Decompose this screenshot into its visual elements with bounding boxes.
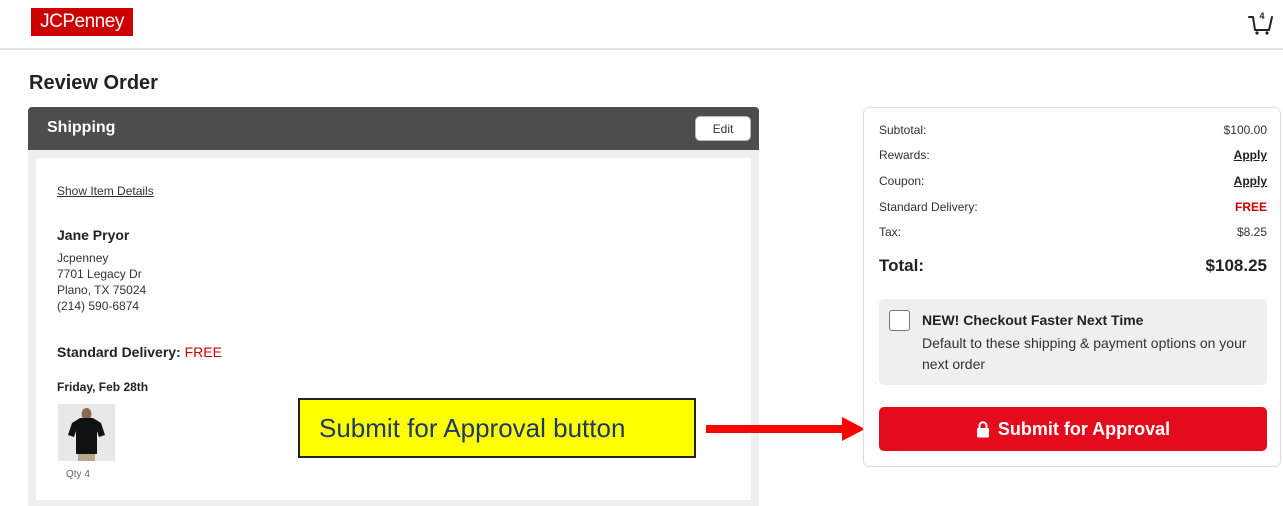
shipping-address: Jcpenney 7701 Legacy Dr Plano, TX 75024 …: [57, 250, 146, 314]
rewards-row: Rewards: Apply: [879, 148, 1267, 166]
rewards-apply-link[interactable]: Apply: [1234, 148, 1267, 162]
checkout-faster-description: Default to these shipping & payment opti…: [922, 335, 1247, 372]
order-summary-panel: Subtotal: $100.00 Rewards: Apply Coupon:…: [863, 107, 1281, 467]
submit-for-approval-button[interactable]: Submit for Approval: [879, 407, 1267, 451]
rewards-label: Rewards:: [879, 148, 930, 162]
total-row: Total: $108.25: [879, 256, 1267, 276]
edit-shipping-button[interactable]: Edit: [695, 116, 751, 141]
coupon-label: Coupon:: [879, 174, 925, 188]
black-tshirt-image[interactable]: [58, 404, 115, 461]
total-label: Total:: [879, 256, 925, 275]
recipient-name: Jane Pryor: [57, 227, 130, 243]
show-item-details-link[interactable]: Show Item Details: [57, 184, 154, 198]
subtotal-value: $100.00: [1223, 123, 1267, 137]
shipping-title: Shipping: [47, 119, 116, 136]
checkout-faster-title: NEW! Checkout Faster Next Time: [922, 312, 1144, 328]
submit-for-approval-label: Submit for Approval: [997, 418, 1171, 439]
address-line-company: Jcpenney: [57, 251, 109, 265]
tax-value: $8.25: [1236, 225, 1267, 239]
cart-count-badge: 4: [1259, 11, 1265, 21]
checkout-faster-checkbox[interactable]: [889, 310, 910, 331]
standard-delivery-row: Standard Delivery: FREE: [879, 200, 1267, 218]
subtotal-label: Subtotal:: [879, 123, 927, 137]
tshirt-icon: [58, 404, 115, 461]
lock-icon: [976, 420, 989, 437]
standard-delivery-label: Standard Delivery:: [879, 200, 978, 214]
item-quantity: Qty 4: [66, 469, 90, 480]
tax-row: Tax: $8.25: [879, 225, 1267, 243]
address-line-street: 7701 Legacy Dr: [57, 267, 142, 281]
checkout-faster-box: NEW! Checkout Faster Next Time Default t…: [879, 299, 1267, 385]
shipping-panel-header: Shipping Edit: [28, 107, 759, 150]
subtotal-row: Subtotal: $100.00: [879, 123, 1267, 141]
coupon-apply-link[interactable]: Apply: [1234, 174, 1267, 188]
delivery-method-label: Standard Delivery:: [57, 344, 181, 360]
annotation-callout: Submit for Approval button: [298, 398, 696, 458]
coupon-row: Coupon: Apply: [879, 174, 1267, 192]
delivery-method: Standard Delivery: FREE: [57, 344, 222, 360]
standard-delivery-value: FREE: [1234, 200, 1267, 214]
cart-icon[interactable]: 4: [1246, 8, 1276, 36]
delivery-method-value: FREE: [184, 344, 222, 360]
jcpenney-logo[interactable]: JCPenney: [31, 8, 133, 36]
total-value: $108.25: [1205, 256, 1267, 275]
tax-label: Tax:: [879, 225, 902, 239]
delivery-date: Friday, Feb 28th: [57, 380, 149, 394]
address-line-phone: (214) 590-6874: [57, 299, 140, 313]
top-bar: JCPenney 4: [0, 0, 1283, 50]
page-title: Review Order: [29, 72, 158, 94]
address-line-city: Plano, TX 75024: [57, 283, 147, 297]
annotation-arrow-icon: [706, 417, 865, 441]
